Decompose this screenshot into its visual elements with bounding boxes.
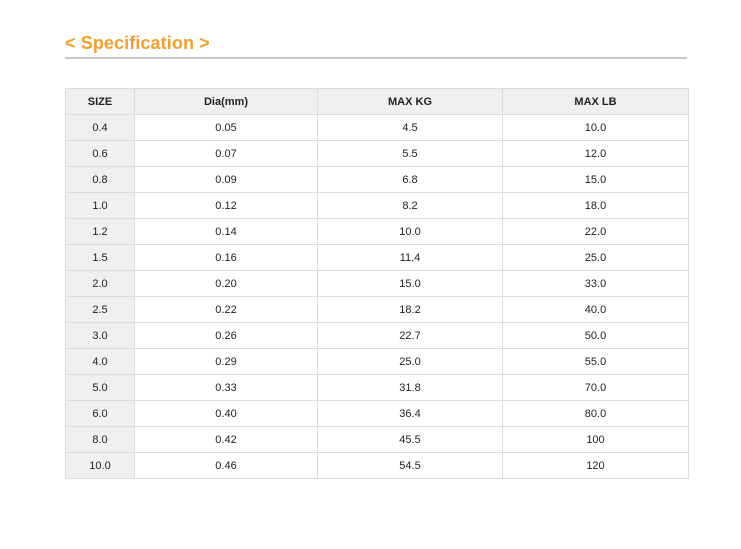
cell-size: 4.0 [65,348,135,375]
cell-max-kg: 22.7 [317,322,503,349]
cell-size: 8.0 [65,426,135,453]
table-header: SIZE Dia(mm) MAX KG MAX LB [65,88,689,115]
table-row: 2.0 0.20 15.0 33.0 [65,270,689,297]
cell-diameter: 0.40 [134,400,318,427]
header-size: SIZE [65,88,135,115]
table-row: 1.2 0.14 10.0 22.0 [65,218,689,245]
cell-max-lb: 25.0 [502,244,689,271]
table-row: 3.0 0.26 22.7 50.0 [65,322,689,349]
table-row: 0.4 0.05 4.5 10.0 [65,114,689,141]
cell-size: 0.4 [65,114,135,141]
cell-max-kg: 31.8 [317,374,503,401]
cell-max-lb: 15.0 [502,166,689,193]
cell-max-kg: 8.2 [317,192,503,219]
header-row: SIZE Dia(mm) MAX KG MAX LB [65,88,689,115]
table-row: 1.0 0.12 8.2 18.0 [65,192,689,219]
cell-size: 0.6 [65,140,135,167]
cell-max-kg: 10.0 [317,218,503,245]
cell-size: 1.5 [65,244,135,271]
table-row: 5.0 0.33 31.8 70.0 [65,374,689,401]
cell-max-kg: 4.5 [317,114,503,141]
cell-max-kg: 5.5 [317,140,503,167]
cell-size: 6.0 [65,400,135,427]
cell-diameter: 0.14 [134,218,318,245]
table-row: 1.5 0.16 11.4 25.0 [65,244,689,271]
cell-max-kg: 18.2 [317,296,503,323]
cell-size: 1.2 [65,218,135,245]
header-max-kg: MAX KG [317,88,503,115]
cell-diameter: 0.22 [134,296,318,323]
cell-diameter: 0.29 [134,348,318,375]
cell-size: 0.8 [65,166,135,193]
table-row: 0.8 0.09 6.8 15.0 [65,166,689,193]
cell-diameter: 0.46 [134,452,318,479]
table-row: 2.5 0.22 18.2 40.0 [65,296,689,323]
title-divider [65,57,687,59]
header-diameter: Dia(mm) [134,88,318,115]
table-row: 4.0 0.29 25.0 55.0 [65,348,689,375]
cell-max-kg: 6.8 [317,166,503,193]
cell-diameter: 0.42 [134,426,318,453]
cell-size: 2.0 [65,270,135,297]
cell-max-lb: 55.0 [502,348,689,375]
cell-max-lb: 12.0 [502,140,689,167]
cell-max-kg: 45.5 [317,426,503,453]
cell-max-kg: 54.5 [317,452,503,479]
page-title: < Specification > [65,33,210,53]
cell-max-lb: 120 [502,452,689,479]
cell-max-kg: 15.0 [317,270,503,297]
cell-diameter: 0.09 [134,166,318,193]
cell-max-lb: 22.0 [502,218,689,245]
table-body: 0.4 0.05 4.5 10.0 0.6 0.07 5.5 12.0 0.8 … [65,114,689,479]
cell-diameter: 0.33 [134,374,318,401]
table-row: 10.0 0.46 54.5 120 [65,452,689,479]
cell-max-lb: 10.0 [502,114,689,141]
cell-diameter: 0.26 [134,322,318,349]
cell-max-kg: 36.4 [317,400,503,427]
cell-diameter: 0.05 [134,114,318,141]
cell-max-kg: 11.4 [317,244,503,271]
cell-max-lb: 18.0 [502,192,689,219]
cell-max-lb: 33.0 [502,270,689,297]
cell-max-lb: 80.0 [502,400,689,427]
cell-diameter: 0.16 [134,244,318,271]
cell-size: 3.0 [65,322,135,349]
cell-size: 2.5 [65,296,135,323]
cell-max-lb: 100 [502,426,689,453]
table-row: 6.0 0.40 36.4 80.0 [65,400,689,427]
cell-max-lb: 70.0 [502,374,689,401]
cell-diameter: 0.20 [134,270,318,297]
cell-size: 1.0 [65,192,135,219]
cell-max-lb: 50.0 [502,322,689,349]
cell-size: 10.0 [65,452,135,479]
cell-max-kg: 25.0 [317,348,503,375]
table-row: 8.0 0.42 45.5 100 [65,426,689,453]
cell-diameter: 0.07 [134,140,318,167]
header-max-lb: MAX LB [502,88,689,115]
table-row: 0.6 0.07 5.5 12.0 [65,140,689,167]
specification-table: SIZE Dia(mm) MAX KG MAX LB 0.4 0.05 4.5 … [65,88,689,479]
cell-size: 5.0 [65,374,135,401]
cell-diameter: 0.12 [134,192,318,219]
cell-max-lb: 40.0 [502,296,689,323]
